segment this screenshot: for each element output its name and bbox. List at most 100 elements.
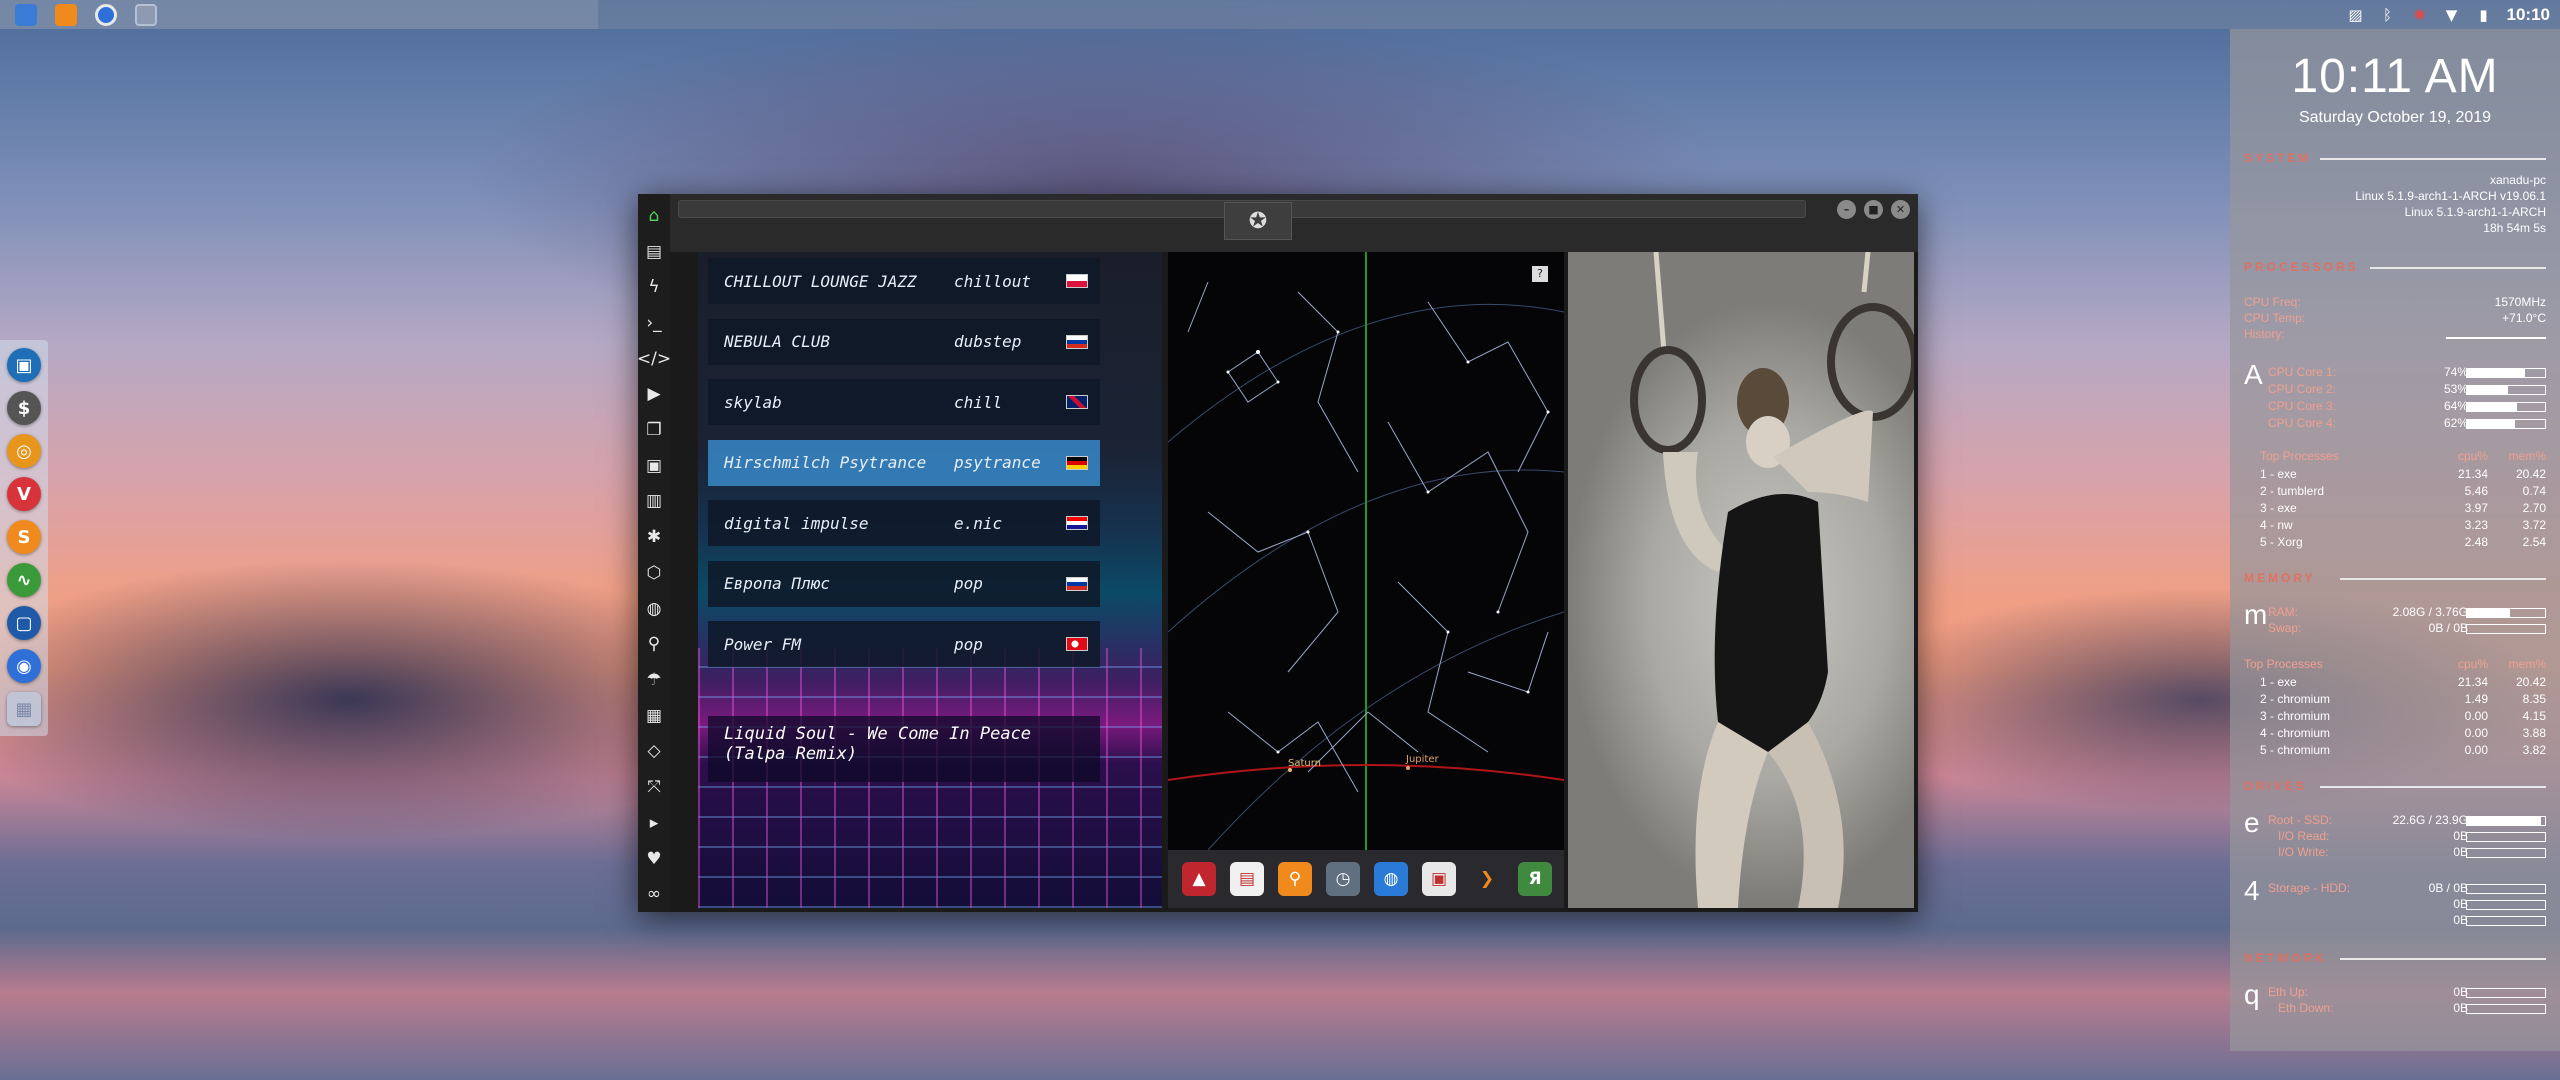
search-icon[interactable]: ⚲ (1278, 862, 1312, 896)
globe-icon[interactable]: ◍ (638, 591, 670, 627)
eth-up-row: Eth Up: 0B (2268, 985, 2546, 1001)
wifi-icon[interactable]: ▼ (2443, 6, 2461, 24)
cpu-core-row: CPU Core 3: 64% (2268, 399, 2546, 415)
divider (2340, 958, 2546, 960)
chromium-icon[interactable]: ◉ (7, 649, 41, 683)
expand-icon[interactable]: ⤧ (638, 769, 670, 805)
help-button[interactable]: ? (1532, 266, 1548, 282)
files-icon[interactable] (15, 3, 37, 26)
clock[interactable]: 10:10 (2507, 5, 2550, 25)
yandex-icon[interactable]: Я (1518, 862, 1552, 896)
station-genre: pop (954, 574, 983, 593)
umbrella-icon[interactable]: ☂ (638, 662, 670, 698)
station-row[interactable]: skylab chill (708, 379, 1100, 425)
station-name: NEBULA CLUB (724, 332, 830, 351)
root-row: Root - SSD: 22.6G / 23.9G (2268, 813, 2546, 829)
flag-ru-icon (1066, 576, 1088, 591)
news-icon[interactable]: ▥ (638, 484, 670, 520)
terminal-icon[interactable]: $ (7, 391, 41, 425)
maximize-button[interactable]: ■ (1864, 200, 1883, 219)
bolt-icon[interactable]: ϟ (638, 269, 670, 305)
image-icon[interactable]: ▣ (638, 448, 670, 484)
workspace-icon[interactable] (135, 3, 157, 26)
system-monitor-icon[interactable]: ∿ (7, 563, 41, 597)
star-map: Saturn Jupiter (1168, 252, 1564, 850)
bluetooth-icon[interactable]: ᛒ (2379, 6, 2397, 24)
flag-ru-icon (1066, 334, 1088, 349)
process-row: 2 - tumblerd 5.46 0.74 (2260, 484, 2546, 498)
home-icon[interactable]: ⌂ (638, 198, 670, 234)
history-line: History: (2244, 327, 2546, 343)
station-genre: psytrance (954, 453, 1041, 472)
process-row: 5 - chromium 0.00 3.82 (2260, 743, 2546, 757)
top-panel: ▨ ᛒ ✺ ▼ ▮ 10:10 (0, 0, 2560, 29)
search-icon[interactable]: ⚲ (638, 626, 670, 662)
network-section-title: NETWORK (2244, 951, 2327, 965)
minimize-button[interactable]: – (1837, 200, 1856, 219)
code-icon[interactable]: </> (637, 341, 671, 377)
app-a-icon[interactable]: ▲ (1182, 862, 1216, 896)
cpu-freq-line: CPU Freq: 1570MHz (2244, 295, 2546, 309)
station-name: Европа Плюс (724, 574, 830, 593)
processors-section-title: PROCESSORS (2244, 260, 2359, 274)
station-name: Power FM (724, 634, 802, 654)
memory-glyph: m (2244, 599, 2268, 630)
star-map-dock: ▲ ▤ ⚲ ◷ ◍ ▣ ❯ Я (1168, 850, 1564, 908)
station-row[interactable]: digital impulse e.nic (708, 500, 1100, 546)
battery-icon[interactable]: ▮ (2475, 6, 2493, 24)
youtube-icon[interactable]: ▸ (638, 805, 670, 841)
kernel-line-1: Linux 5.1.9-arch1-1-ARCH v19.06.1 (2355, 189, 2546, 203)
link-icon[interactable]: ∞ (638, 876, 670, 912)
process-row: 1 - exe 21.34 20.42 (2260, 675, 2546, 689)
mem-top-processes-header: Top Processes cpu% mem% (2244, 657, 2546, 671)
clock-icon[interactable]: ◷ (1326, 862, 1360, 896)
storage-read-row: 0B (2268, 897, 2546, 913)
hexagon-icon[interactable]: ⬡ (638, 555, 670, 591)
close-button[interactable]: ✕ (1891, 200, 1910, 219)
play-icon[interactable]: ▶ (638, 377, 670, 413)
sublime-icon[interactable] (55, 3, 77, 26)
station-row[interactable]: Европа Плюс pop (708, 560, 1100, 607)
tag-icon[interactable]: ◇ (638, 734, 670, 770)
alert-icon[interactable]: ✺ (2411, 6, 2429, 24)
terminal-icon[interactable]: ›_ (638, 305, 670, 341)
station-row[interactable]: Hirschmilch Psytrance psytrance (708, 439, 1100, 486)
star-map-panel[interactable]: Saturn Jupiter ? ▲ ▤ ⚲ ◷ ◍ ▣ ❯ Я (1168, 252, 1564, 908)
files-icon[interactable]: ▣ (7, 348, 41, 382)
now-playing: Liquid Soul - We Come In Peace (Talpa Re… (708, 716, 1100, 782)
system-section-title: SYSTEM (2244, 151, 2312, 165)
id-card-icon[interactable]: ▦ (638, 698, 670, 734)
calendar-icon[interactable]: ▤ (1230, 862, 1264, 896)
station-row[interactable]: Power FM pop (708, 621, 1100, 667)
copy-icon[interactable]: ❐ (638, 412, 670, 448)
kernel-line-2: Linux 5.1.9-arch1-1-ARCH (2404, 205, 2546, 219)
gymnast-photo (1630, 252, 1914, 908)
calendar-clock-icon[interactable]: ▣ (1422, 862, 1456, 896)
hostname-line: xanadu-pc (2489, 173, 2546, 187)
station-name: skylab (724, 392, 782, 412)
settings-icon[interactable]: ✱ (638, 519, 670, 555)
station-row[interactable]: CHILLOUT LOUNGE JAZZ chillout (708, 258, 1100, 304)
image-viewer-icon[interactable]: ▨ (2347, 6, 2365, 24)
conky-date: Saturday October 19, 2019 (2298, 109, 2492, 126)
storage-write-row: 0B (2268, 913, 2546, 929)
rebel-logo-icon[interactable]: ✪ (1224, 202, 1292, 240)
io-write-row: I/O Write: 0B (2268, 845, 2546, 861)
station-name: Hirschmilch Psytrance (724, 453, 927, 472)
workspace-grid-icon[interactable]: ▦ (7, 692, 41, 726)
process-row: 3 - exe 3.97 2.70 (2260, 501, 2546, 515)
ubuntu-icon[interactable]: ◎ (7, 434, 41, 468)
window-titlebar[interactable]: ✪ – ■ ✕ (670, 194, 1918, 252)
screenshot-icon[interactable]: ▢ (7, 606, 41, 640)
launcher (0, 0, 598, 29)
heart-icon[interactable]: ♥ (638, 841, 670, 877)
chromium-icon[interactable] (95, 3, 117, 26)
globe-icon[interactable]: ◍ (1374, 862, 1408, 896)
eth-down-row: Eth Down: 0B (2268, 1001, 2546, 1017)
station-row[interactable]: NEBULA CLUB dubstep (708, 318, 1100, 365)
station-name: CHILLOUT LOUNGE JAZZ (724, 271, 917, 291)
sublime-icon[interactable]: S (7, 520, 41, 554)
document-icon[interactable]: ▤ (638, 234, 670, 270)
vivaldi-icon[interactable]: V (7, 477, 41, 511)
arrow-icon[interactable]: ❯ (1470, 862, 1504, 896)
